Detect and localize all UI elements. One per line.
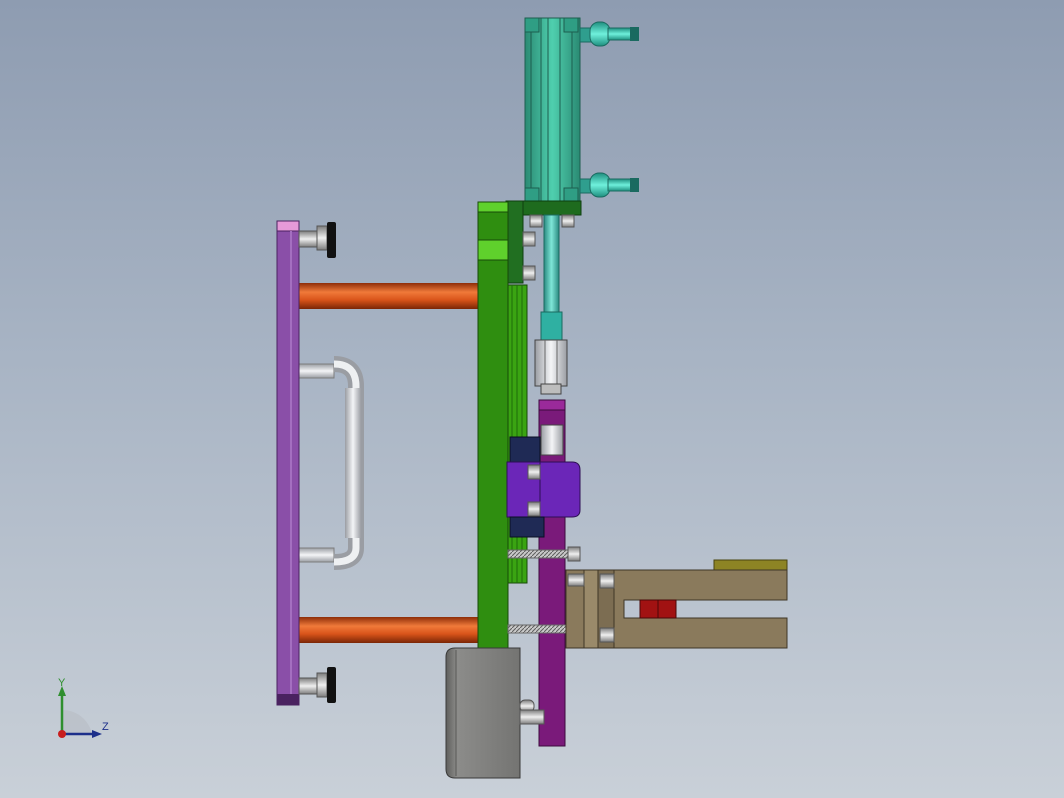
pneumatic-cylinder[interactable] [524,17,581,203]
handle[interactable] [297,356,364,570]
y-axis-label: Y [58,677,66,689]
piston-rod[interactable] [540,214,563,341]
knob-lower[interactable] [298,667,336,703]
z-axis-label: Z [102,721,109,733]
guide-rod-upper[interactable] [298,283,480,309]
gripper-jaw[interactable] [565,559,788,649]
cad-model[interactable] [0,0,1064,798]
knob-upper[interactable] [298,222,336,258]
coordinate-triad: Y Z [44,674,124,750]
cad-viewport[interactable]: Y Z [0,0,1064,798]
triad-axes-icon [58,686,102,738]
air-fitting-lower[interactable] [579,172,639,198]
slide-bar[interactable] [538,399,566,747]
floating-joint[interactable] [534,339,568,395]
guide-rod-lower[interactable] [298,617,480,643]
base-block[interactable] [445,647,545,779]
air-fitting-upper[interactable] [579,21,639,47]
back-plate[interactable] [276,220,300,706]
